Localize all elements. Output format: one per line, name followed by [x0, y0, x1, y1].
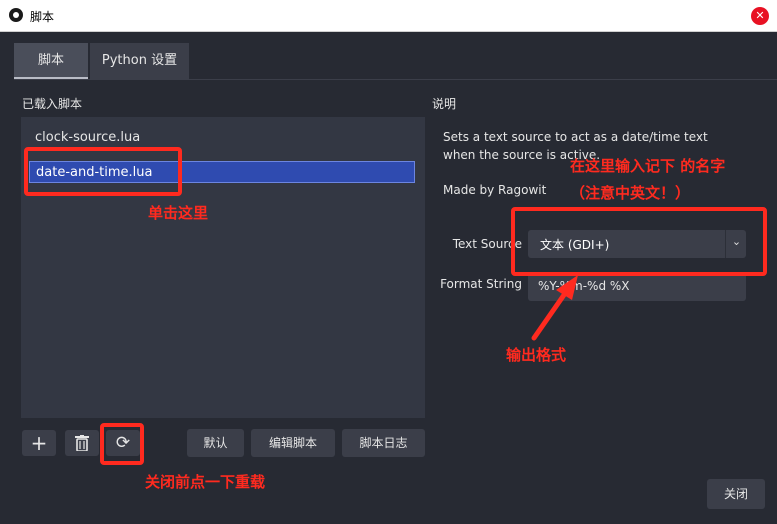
- loaded-scripts-header: 已载入脚本: [22, 97, 83, 111]
- tab-divider: [14, 79, 777, 80]
- script-author: Made by Ragowit: [443, 183, 547, 197]
- window-close-button[interactable]: ✕: [751, 7, 769, 25]
- dialog-close-button[interactable]: 关闭: [707, 479, 765, 509]
- format-string-label: Format String: [440, 277, 522, 291]
- add-script-button[interactable]: +: [22, 430, 56, 456]
- trash-icon: [75, 435, 89, 451]
- format-string-value: %Y-%m-%d %X: [538, 279, 630, 293]
- defaults-button[interactable]: 默认: [187, 429, 244, 457]
- tab-python-settings[interactable]: Python 设置: [90, 43, 189, 79]
- edit-script-button[interactable]: 编辑脚本: [251, 429, 335, 457]
- highlight-text-source: [511, 207, 767, 276]
- text-source-label: Text Source: [452, 237, 522, 251]
- annotation-note-language: （注意中英文！）: [570, 184, 691, 202]
- close-icon: ✕: [755, 9, 765, 22]
- obs-logo-icon: [9, 8, 23, 22]
- annotation-enter-name: 在这里输入记下 的名字: [570, 157, 726, 175]
- title-bar: 脚本 ✕: [0, 0, 777, 32]
- annotation-reload-note: 关闭前点一下重载: [145, 473, 266, 491]
- highlight-script-item: [24, 147, 182, 196]
- script-item-clock-source[interactable]: clock-source.lua: [29, 127, 423, 149]
- annotation-click-here: 单击这里: [148, 204, 209, 222]
- remove-script-button[interactable]: [65, 430, 99, 456]
- annotation-output-format: 输出格式: [506, 346, 567, 364]
- description-header: 说明: [432, 97, 457, 111]
- window-title: 脚本: [30, 10, 55, 24]
- highlight-reload-button: [100, 423, 144, 465]
- plus-icon: +: [30, 431, 48, 455]
- script-log-button[interactable]: 脚本日志: [342, 429, 425, 457]
- tab-scripts[interactable]: 脚本: [14, 43, 88, 79]
- format-string-input[interactable]: %Y-%m-%d %X: [528, 273, 746, 301]
